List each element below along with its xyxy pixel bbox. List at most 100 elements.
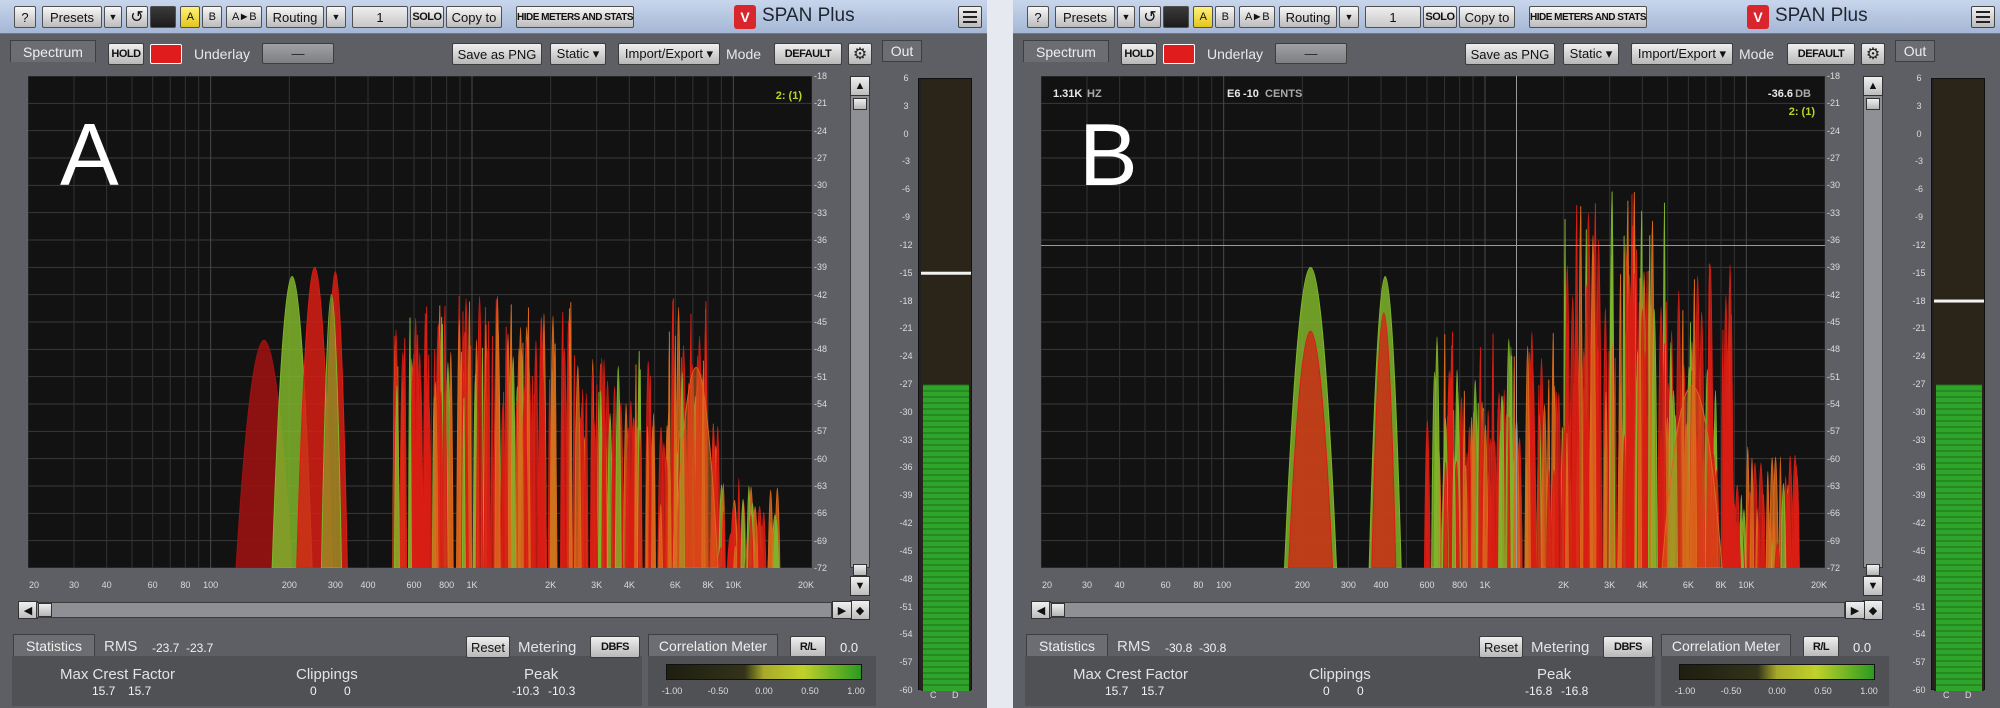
y-axis-tick-label: -48 bbox=[1827, 344, 1841, 355]
x-axis-tick-label: 10K bbox=[1738, 580, 1755, 590]
static-dropdown[interactable]: Static ▾ bbox=[550, 43, 606, 65]
rms-left-value: -23.7 bbox=[152, 641, 180, 655]
slot-a-button[interactable]: A bbox=[180, 6, 200, 28]
hide-meters-button[interactable]: HIDE METERS AND STATS bbox=[1529, 6, 1647, 28]
spectrum-svg bbox=[28, 76, 812, 568]
underlay-field[interactable]: — bbox=[262, 43, 334, 64]
peak-label: Peak bbox=[524, 666, 559, 683]
reset-state-button[interactable] bbox=[1163, 6, 1189, 28]
vertical-zoom-scrollbar[interactable] bbox=[850, 76, 870, 568]
menu-icon[interactable] bbox=[1971, 6, 1995, 28]
presets-menu-button[interactable]: ▼ bbox=[104, 6, 122, 28]
undo-icon[interactable]: ↺ bbox=[1139, 6, 1161, 28]
gear-icon[interactable]: ⚙ bbox=[1861, 43, 1885, 65]
static-dropdown[interactable]: Static ▾ bbox=[1563, 43, 1619, 65]
hold-button[interactable]: HOLD bbox=[108, 43, 144, 65]
color-swatch[interactable] bbox=[1163, 44, 1195, 64]
vertical-scroll-thumb[interactable] bbox=[1866, 98, 1880, 110]
presets-button[interactable]: Presets bbox=[1055, 6, 1115, 28]
spectrum-tab[interactable]: Spectrum bbox=[10, 40, 96, 62]
copy-a-to-b-button[interactable]: A►B bbox=[226, 6, 262, 28]
presets-menu-button[interactable]: ▼ bbox=[1117, 6, 1135, 28]
scroll-right-icon[interactable]: ▶ bbox=[1845, 601, 1865, 619]
horizontal-scroll-thumb[interactable] bbox=[1051, 603, 1065, 617]
copy-to-button[interactable]: Copy to bbox=[1459, 6, 1515, 28]
underlay-field[interactable]: — bbox=[1275, 43, 1347, 64]
scroll-right-icon[interactable]: ▶ bbox=[832, 601, 852, 619]
hold-button[interactable]: HOLD bbox=[1121, 43, 1157, 65]
correlation-mode-button[interactable]: R/L bbox=[1803, 636, 1839, 658]
save-png-button[interactable]: Save as PNG bbox=[1465, 43, 1555, 65]
horizontal-zoom-scrollbar[interactable] bbox=[1049, 602, 1845, 618]
import-export-dropdown[interactable]: Import/Export ▾ bbox=[1631, 43, 1733, 65]
channel-field[interactable]: 1 bbox=[1365, 6, 1421, 28]
scroll-down-icon[interactable]: ▼ bbox=[850, 576, 870, 596]
undo-icon[interactable]: ↺ bbox=[126, 6, 148, 28]
scroll-left-icon[interactable]: ◀ bbox=[1031, 601, 1051, 619]
zoom-vertical-icon[interactable]: ◆ bbox=[1863, 600, 1883, 620]
slot-a-button[interactable]: A bbox=[1193, 6, 1213, 28]
solo-button[interactable]: SOLO bbox=[410, 6, 444, 28]
reset-button[interactable]: Reset bbox=[466, 636, 510, 658]
peak-right-value: -10.3 bbox=[548, 684, 576, 698]
routing-menu-button[interactable]: ▼ bbox=[1339, 6, 1359, 28]
metering-dropdown[interactable]: DBFS bbox=[590, 636, 640, 658]
meter-scale-label: 0 bbox=[1916, 128, 1922, 139]
import-export-dropdown[interactable]: Import/Export ▾ bbox=[618, 43, 720, 65]
routing-button[interactable]: Routing bbox=[1279, 6, 1337, 28]
meter-scale-label: -45 bbox=[899, 545, 913, 556]
slot-b-button[interactable]: B bbox=[1215, 6, 1235, 28]
mode-dropdown[interactable]: DEFAULT bbox=[1787, 43, 1855, 65]
correlation-scale-label: 1.00 bbox=[847, 686, 865, 696]
peak-label: Peak bbox=[1537, 666, 1572, 683]
copy-a-to-b-button[interactable]: A►B bbox=[1239, 6, 1275, 28]
horizontal-zoom-scrollbar[interactable] bbox=[36, 602, 832, 618]
color-swatch[interactable] bbox=[150, 44, 182, 64]
spectrum-display[interactable]: 2: (1) bbox=[28, 76, 812, 568]
spectrum-tab[interactable]: Spectrum bbox=[1023, 40, 1109, 62]
meter-scale-label: -3 bbox=[901, 156, 910, 167]
gear-icon[interactable]: ⚙ bbox=[848, 43, 872, 65]
horizontal-scroll-thumb[interactable] bbox=[38, 603, 52, 617]
help-button[interactable]: ? bbox=[1027, 6, 1049, 28]
solo-button[interactable]: SOLO bbox=[1423, 6, 1457, 28]
x-axis-tick-label: 200 bbox=[281, 580, 297, 590]
help-button[interactable]: ? bbox=[14, 6, 36, 28]
mode-dropdown[interactable]: DEFAULT bbox=[774, 43, 842, 65]
y-axis-tick-label: -42 bbox=[1827, 289, 1841, 300]
save-png-button[interactable]: Save as PNG bbox=[452, 43, 542, 65]
metering-dropdown[interactable]: DBFS bbox=[1603, 636, 1653, 658]
correlation-mode-button[interactable]: R/L bbox=[790, 636, 826, 658]
routing-menu-button[interactable]: ▼ bbox=[326, 6, 346, 28]
correlation-scale-label: 0.50 bbox=[801, 686, 819, 696]
spectrum-display[interactable]: 2: (1) 1.31K HZ E6 -10 CENTS -36.6 DB bbox=[1041, 76, 1825, 568]
menu-icon[interactable] bbox=[958, 6, 982, 28]
scroll-left-icon[interactable]: ◀ bbox=[18, 601, 38, 619]
y-axis-tick-label: -24 bbox=[1827, 125, 1841, 136]
scroll-up-icon[interactable]: ▲ bbox=[850, 76, 870, 96]
scroll-up-icon[interactable]: ▲ bbox=[1863, 76, 1883, 96]
reset-state-button[interactable] bbox=[150, 6, 176, 28]
meter-scale-label: 3 bbox=[1916, 100, 1922, 111]
y-axis-tick-label: -27 bbox=[814, 153, 828, 163]
channel-field[interactable]: 1 bbox=[352, 6, 408, 28]
vertical-scroll-thumb-bottom[interactable] bbox=[853, 564, 867, 576]
y-axis-tick-label: -21 bbox=[1827, 98, 1841, 109]
copy-to-button[interactable]: Copy to bbox=[446, 6, 502, 28]
routing-button[interactable]: Routing bbox=[266, 6, 324, 28]
reset-button[interactable]: Reset bbox=[1479, 636, 1523, 658]
statistics-tab[interactable]: Statistics bbox=[13, 634, 95, 656]
vertical-scroll-thumb-bottom[interactable] bbox=[1866, 564, 1880, 576]
vertical-scroll-thumb[interactable] bbox=[853, 98, 867, 110]
y-axis-tick-label: -51 bbox=[814, 371, 828, 382]
zoom-vertical-icon[interactable]: ◆ bbox=[850, 600, 870, 620]
x-axis-tick-label: 20K bbox=[1810, 580, 1828, 590]
statistics-tab[interactable]: Statistics bbox=[1026, 634, 1108, 656]
plugin-toolbar: ? Presets ▼ ↺ A B A►B Routing ▼ 1 SOLO C… bbox=[0, 0, 987, 34]
presets-button[interactable]: Presets bbox=[42, 6, 102, 28]
hide-meters-button[interactable]: HIDE METERS AND STATS bbox=[516, 6, 634, 28]
slot-b-button[interactable]: B bbox=[202, 6, 222, 28]
meter-scale-label: -3 bbox=[1914, 156, 1923, 167]
vertical-zoom-scrollbar[interactable] bbox=[1863, 76, 1883, 568]
scroll-down-icon[interactable]: ▼ bbox=[1863, 576, 1883, 596]
